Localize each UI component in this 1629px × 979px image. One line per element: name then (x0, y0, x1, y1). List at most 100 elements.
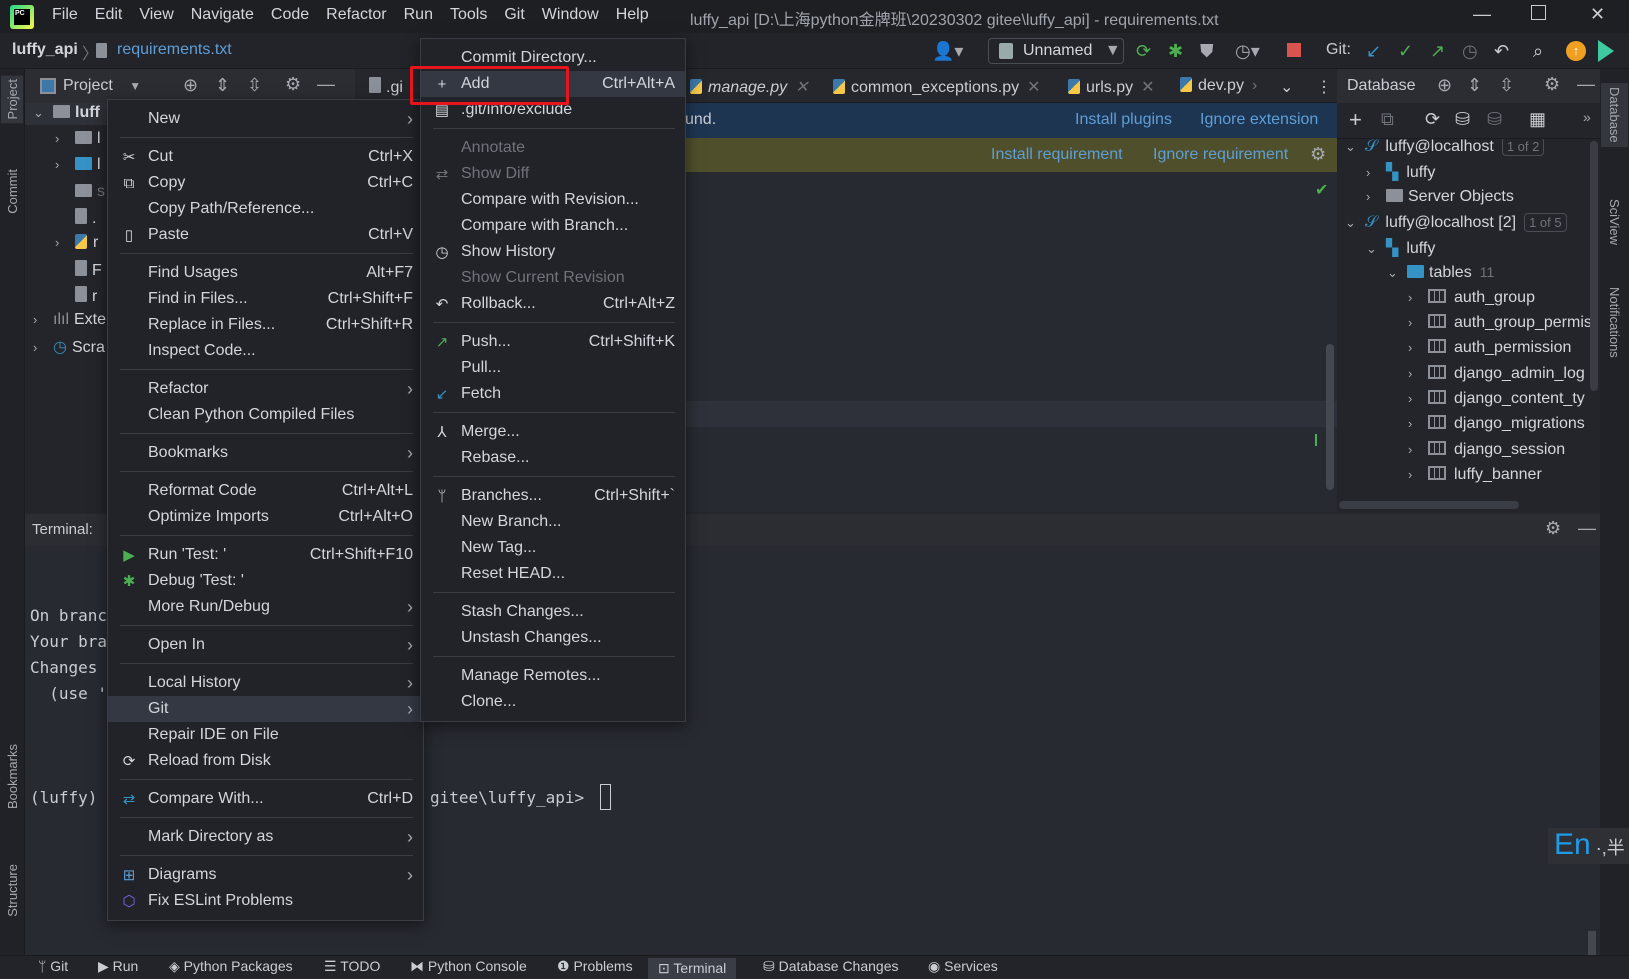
menu-item-clone[interactable]: Clone... (421, 689, 685, 715)
bottom-tab-todo[interactable]: ☰ TODO (314, 958, 390, 979)
close-button[interactable]: ✕ (1590, 4, 1605, 25)
db-tree-node[interactable]: › Server Objects (1366, 188, 1514, 206)
stop-icon[interactable] (1287, 43, 1301, 57)
tab-gitignore[interactable]: .gi (369, 77, 403, 97)
menu-item-stash-changes[interactable]: Stash Changes... (421, 599, 685, 625)
rerun-icon[interactable]: ⟳ (1136, 41, 1151, 62)
menu-item-compare-with-revision[interactable]: Compare with Revision... (421, 187, 685, 213)
update-icon[interactable]: ↑ (1566, 41, 1586, 61)
git-push-icon[interactable]: ↗ (1430, 41, 1445, 62)
menu-git[interactable]: Git (504, 6, 524, 24)
tree-node-root[interactable]: ⌄ luff (33, 104, 100, 122)
menu-item-repair-ide-on-file[interactable]: Repair IDE on File (108, 722, 423, 748)
menu-item-bookmarks[interactable]: Bookmarks › (108, 440, 423, 466)
db-tree-node[interactable]: ⌄ ▚ luffy (1366, 238, 1435, 258)
db-tree-node[interactable]: › ▚ luffy (1366, 162, 1435, 182)
db-tree-node[interactable]: › auth_group_permis (1408, 314, 1592, 332)
chevron-right-icon[interactable]: › (1408, 391, 1428, 406)
bottom-tab-python-console[interactable]: ⧓ Python Console (400, 958, 537, 979)
table-view-icon[interactable]: ▦ (1529, 109, 1546, 130)
database-scrollbar[interactable] (1590, 141, 1598, 391)
tab-manage-py[interactable]: manage.py ✕ (690, 77, 809, 97)
menu-item-show-history[interactable]: ◷ Show History (421, 239, 685, 265)
bottom-tab-database-changes[interactable]: ⛁ Database Changes (753, 958, 909, 979)
db-tree-node[interactable]: ⌄ 𝒮luffy@localhost 1 of 2 (1345, 139, 1545, 156)
db-tree-node[interactable]: › django_migrations (1408, 415, 1585, 433)
chevron-right-icon[interactable]: › (1408, 315, 1428, 330)
tree-node[interactable]: . (75, 208, 96, 228)
menu-item-reset-head[interactable]: Reset HEAD... (421, 561, 685, 587)
hide-icon[interactable]: — (1577, 74, 1595, 95)
run-configuration-select[interactable]: Unnamed ▼ (988, 38, 1124, 64)
ide-plugin-icon[interactable] (1598, 40, 1614, 62)
menu-item-paste[interactable]: ▯ Paste Ctrl+V (108, 222, 423, 248)
menu-item-inspect-code[interactable]: Inspect Code... (108, 338, 423, 364)
user-icon[interactable]: 👤▾ (932, 41, 963, 62)
menu-item-reload-from-disk[interactable]: ⟳ Reload from Disk (108, 748, 423, 774)
menu-item-branches[interactable]: ᛘ Branches... Ctrl+Shift+` (421, 483, 685, 509)
menu-item-diagrams[interactable]: ⊞ Diagrams › (108, 862, 423, 888)
db-tree-node[interactable]: › django_admin_log (1408, 364, 1585, 383)
menu-item-cut[interactable]: ✂ Cut Ctrl+X (108, 144, 423, 170)
stripe-commit[interactable]: Commit (5, 169, 20, 214)
minimize-button[interactable]: — (1473, 4, 1491, 25)
db-tree-node[interactable]: › django_session (1408, 440, 1565, 459)
db-tree-node[interactable]: ⌄ 𝒮luffy@localhost [2] 1 of 5 (1345, 212, 1567, 232)
stripe-structure[interactable]: Structure (5, 864, 20, 917)
install-requirement-link[interactable]: Install requirement (991, 146, 1123, 164)
collapse-all-icon[interactable]: ⇳ (247, 75, 262, 96)
menu-item-manage-remotes[interactable]: Manage Remotes... (421, 663, 685, 689)
menu-item-open-in[interactable]: Open In › (108, 632, 423, 658)
bottom-tab-run[interactable]: ▶ Run (88, 958, 148, 979)
database-horizontal-scrollbar[interactable] (1339, 501, 1519, 509)
tree-node[interactable]: s (75, 183, 105, 201)
search-icon[interactable]: ⌕ (1533, 41, 1543, 62)
chevron-right-icon[interactable]: › (1366, 165, 1386, 180)
git-rollback-icon[interactable]: ↶ (1494, 41, 1509, 62)
chevron-right-icon[interactable]: › (1408, 366, 1428, 381)
stripe-project[interactable]: Project (1, 75, 23, 124)
hide-icon[interactable]: — (1578, 518, 1596, 539)
chevron-right-icon[interactable]: › (1366, 189, 1386, 204)
profile-icon[interactable]: ◷▾ (1235, 41, 1260, 62)
bottom-tab-python-packages[interactable]: ◈ Python Packages (159, 958, 303, 979)
tab-list-chevron-icon[interactable]: ⌄ (1280, 77, 1293, 97)
menu-code[interactable]: Code (271, 6, 309, 24)
breadcrumb-project[interactable]: luffy_api (12, 41, 78, 59)
debug-icon[interactable]: ✱ (1168, 41, 1183, 62)
more-icon[interactable]: » (1583, 109, 1591, 125)
menu-item-run-test[interactable]: ▶ Run 'Test: ' Ctrl+Shift+F10 (108, 542, 423, 568)
project-view-selector[interactable]: Project ▼ (63, 77, 141, 95)
menu-item-copy[interactable]: ⧉ Copy Ctrl+C (108, 170, 423, 196)
git-history-icon[interactable]: ◷ (1462, 41, 1478, 62)
stripe-notifications[interactable]: Notifications (1607, 287, 1622, 358)
menu-item-copy-path-reference[interactable]: Copy Path/Reference... (108, 196, 423, 222)
menu-item-rebase[interactable]: Rebase... (421, 445, 685, 471)
menu-item-merge[interactable]: ⅄ Merge... (421, 419, 685, 445)
menu-item-local-history[interactable]: Local History › (108, 670, 423, 696)
breadcrumb-file[interactable]: requirements.txt (117, 41, 232, 59)
menu-item-mark-directory-as[interactable]: Mark Directory as › (108, 824, 423, 850)
tree-node[interactable]: › r (55, 234, 98, 252)
expand-all-icon[interactable]: ⇕ (215, 75, 230, 96)
chevron-down-icon[interactable]: ⌄ (1345, 215, 1365, 231)
chevron-down-icon[interactable]: ⌄ (1366, 241, 1386, 257)
menu-item-more-run-debug[interactable]: More Run/Debug › (108, 594, 423, 620)
editor-scrollbar[interactable] (1326, 344, 1334, 490)
tree-node[interactable]: F (75, 260, 102, 280)
menu-item-find-in-files[interactable]: Find in Files... Ctrl+Shift+F (108, 286, 423, 312)
menu-item-new-branch[interactable]: New Branch... (421, 509, 685, 535)
install-plugins-link[interactable]: Install plugins (1075, 111, 1172, 129)
menu-item-git[interactable]: Git › (108, 696, 423, 722)
tree-node-scratches[interactable]: › ◷ Scra (33, 337, 105, 357)
duplicate-icon[interactable]: ⧉ (1381, 109, 1394, 130)
ignore-requirement-link[interactable]: Ignore requirement (1153, 146, 1288, 164)
stripe-bookmarks[interactable]: Bookmarks (5, 744, 20, 809)
db-tree-node[interactable]: › auth_permission (1408, 339, 1571, 357)
menu-item-fetch[interactable]: ↙ Fetch (421, 381, 685, 407)
bottom-tab-problems[interactable]: ❶ Problems (547, 958, 643, 979)
menu-item-replace-in-files[interactable]: Replace in Files... Ctrl+Shift+R (108, 312, 423, 338)
menu-item-new[interactable]: New › (108, 106, 423, 132)
tab-common-exceptions-py[interactable]: common_exceptions.py ✕ (833, 77, 1041, 97)
menu-help[interactable]: Help (616, 6, 649, 24)
